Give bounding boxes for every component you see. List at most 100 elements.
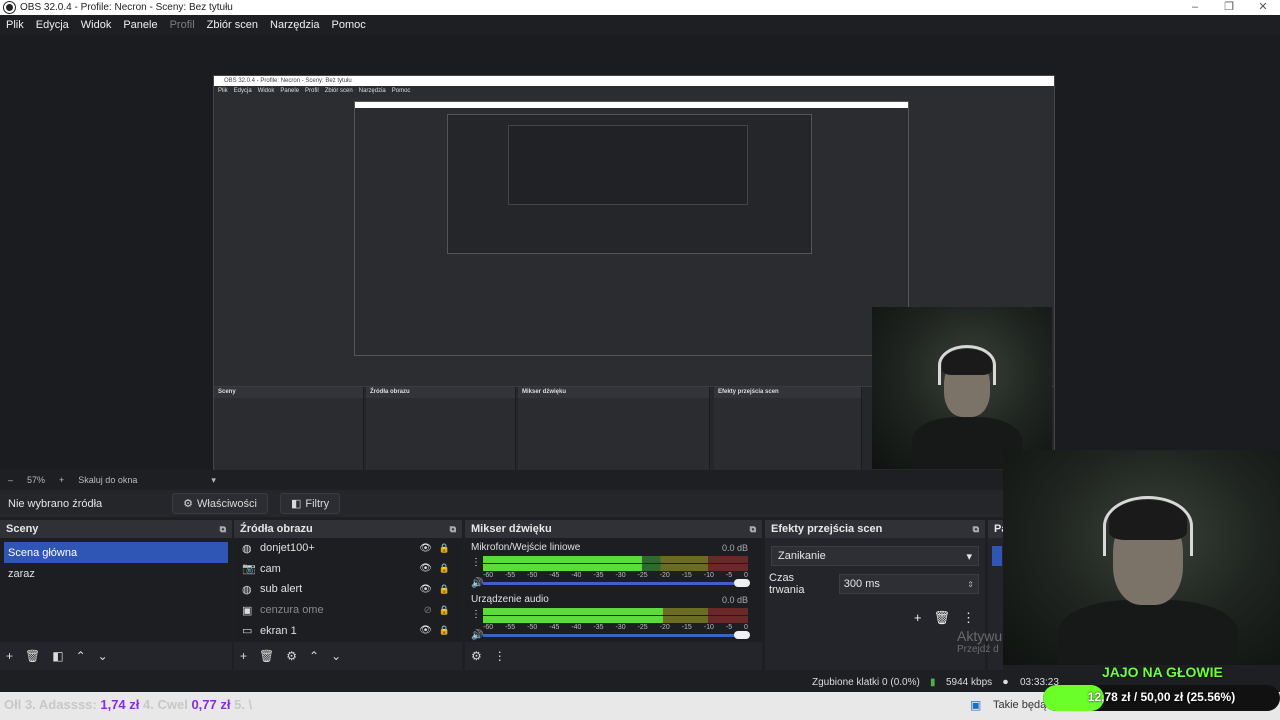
menu-widok[interactable]: Widok <box>81 19 112 31</box>
controls-header: Pa <box>988 520 1003 538</box>
dock-icon[interactable]: ⧉ <box>220 524 226 535</box>
menu-edycja[interactable]: Edycja <box>36 19 69 31</box>
filters-button[interactable]: ◧ Filtry <box>279 493 341 514</box>
mixer-tracks: Mikrofon/Wejście liniowe 0.0 dB ⋮ -60 -55… <box>465 538 762 642</box>
weather-icon[interactable]: ▣ <box>970 698 981 712</box>
close-button[interactable]: ✕ <box>1246 0 1280 15</box>
nested-preview-level-4 <box>508 125 748 205</box>
zoom-value: 57% <box>27 475 46 485</box>
dock-icon[interactable]: ⧉ <box>450 524 456 535</box>
arrow-down-icon[interactable]: ⌄ <box>331 649 341 663</box>
nested-preview-level-3 <box>447 114 812 254</box>
properties-button[interactable]: ⚙ Właściwości <box>172 493 268 514</box>
arrow-up-icon[interactable]: ⌃ <box>309 649 319 663</box>
menu-zbior-scen[interactable]: Zbiór scen <box>207 19 258 31</box>
bitrate: 5944 kbps <box>946 677 993 688</box>
eye-icon[interactable]: 👁 <box>419 584 432 595</box>
duration-input[interactable]: 300 ms ⇕ <box>838 574 979 594</box>
lock-icon[interactable]: 🔒 <box>439 605 450 616</box>
menu-plik[interactable]: Plik <box>6 19 24 31</box>
level-meter <box>483 564 748 571</box>
trash-icon[interactable]: 🗑 <box>25 649 40 663</box>
activate-watermark: Aktywu Przejdź d <box>957 628 1003 655</box>
duration-row: Czas trwania 300 ms ⇕ <box>769 572 979 596</box>
eye-icon[interactable]: 👁 <box>419 543 432 554</box>
slider-knob[interactable] <box>734 579 750 587</box>
add-icon[interactable]: + <box>914 610 922 626</box>
transitions-body: Zanikanie ▾ Czas trwania 300 ms ⇕ + 🗑 ⋮ <box>765 538 985 642</box>
gear-icon[interactable]: ⚙ <box>286 649 297 663</box>
more-icon[interactable]: ⋮ <box>494 649 506 663</box>
donation-goal-bar: 12,78 zł / 50,00 zł (25.56%) <box>1043 685 1280 711</box>
zoom-bar: – 57% + Skaluj do okna ▾ <box>0 470 1003 490</box>
gear-icon: ⚙ <box>183 498 194 510</box>
arrow-down-icon[interactable]: ⌄ <box>98 649 108 663</box>
preview-canvas[interactable]: OBS 32.0.4 - Profile: Necron - Sceny: Be… <box>0 35 1280 503</box>
scenes-dock: Sceny ⧉ Scena główna zaraz + 🗑 ◧ ⌃ ⌄ <box>0 520 232 670</box>
zoom-out-button[interactable]: – <box>8 475 13 485</box>
menu-narzedzia[interactable]: Narzędzia <box>270 19 320 31</box>
trash-icon[interactable]: 🗑 <box>933 610 950 626</box>
goal-text: 12,78 zł / 50,00 zł (25.56%) <box>1087 690 1236 704</box>
add-icon[interactable]: + <box>240 649 247 663</box>
sources-list: ◍ donjet100+ 👁 🔒 📷 cam 👁 🔒 ◍ sub alert 👁… <box>234 538 462 642</box>
spinner-icon[interactable]: ⇕ <box>967 580 974 589</box>
nested-title: OBS 32.0.4 - Profile: Necron - Sceny: Be… <box>214 76 1054 86</box>
dock-icon[interactable]: ⧉ <box>750 524 756 535</box>
source-item-ekran[interactable]: ▭ ekran 1 👁 🔒 <box>234 620 462 641</box>
slider-knob[interactable] <box>734 631 750 639</box>
more-icon[interactable]: ⋮ <box>471 557 481 568</box>
maximize-button[interactable]: ❐ <box>1212 0 1246 15</box>
more-icon[interactable]: ⋮ <box>471 609 481 620</box>
signal-icon: ▮ <box>930 677 936 688</box>
minimize-button[interactable]: – <box>1178 0 1212 15</box>
mixer-track-desktop: Urządzenie audio 0.0 dB ⋮ -60 -55 -50 -45 -4… <box>471 594 750 641</box>
transition-select[interactable]: Zanikanie ▾ <box>771 546 979 566</box>
source-item-cam[interactable]: 📷 cam 👁 🔒 <box>234 559 462 580</box>
eye-hidden-icon[interactable]: ⊘ <box>424 605 432 616</box>
menu-panele[interactable]: Panele <box>123 19 157 31</box>
scenes-header: Sceny ⧉ <box>0 520 232 538</box>
trash-icon[interactable]: 🗑 <box>259 649 274 663</box>
scene-item-main[interactable]: Scena główna <box>4 542 228 563</box>
speaker-icon[interactable]: 🔊 <box>471 578 483 589</box>
eye-icon[interactable]: 👁 <box>419 563 432 574</box>
source-item-sub-alert[interactable]: ◍ sub alert 👁 🔒 <box>234 579 462 600</box>
start-stream-button[interactable] <box>992 546 1002 566</box>
volume-slider[interactable] <box>483 579 750 587</box>
lock-icon[interactable]: 🔒 <box>439 543 450 554</box>
settings-icon[interactable]: ⚙ <box>471 649 482 663</box>
image-icon: ▣ <box>242 604 253 617</box>
zoom-in-button[interactable]: + <box>59 475 64 485</box>
speaker-icon[interactable]: 🔊 <box>471 630 483 641</box>
lock-icon[interactable]: 🔒 <box>439 625 450 636</box>
scenes-list: Scena główna zaraz <box>0 538 232 642</box>
chevron-down-icon[interactable]: ▾ <box>211 475 216 486</box>
add-icon[interactable]: + <box>6 649 13 663</box>
no-source-label: Nie wybrano źródła <box>8 497 103 510</box>
arrow-up-icon[interactable]: ⌃ <box>76 649 86 663</box>
scale-mode-select[interactable]: Skaluj do okna <box>78 475 137 485</box>
source-item-donjet[interactable]: ◍ donjet100+ 👁 🔒 <box>234 538 462 559</box>
weather-widget[interactable]: Takie będą <box>993 699 1046 711</box>
window-title: OBS 32.0.4 - Profile: Necron - Sceny: Be… <box>20 2 233 13</box>
more-icon[interactable]: ⋮ <box>962 610 975 626</box>
menu-profil[interactable]: Profil <box>170 19 195 31</box>
window-titlebar: OBS 32.0.4 - Profile: Necron - Sceny: Be… <box>0 0 1280 15</box>
lock-icon[interactable]: 🔒 <box>439 563 450 574</box>
monitor-icon: ▭ <box>242 625 253 638</box>
meter-ticks: -60 -55 -50 -45 -40 -35 -30 -25 -20 -15 -10 -5 0 <box>483 624 748 631</box>
level-meter <box>483 556 748 563</box>
source-item-cenzura[interactable]: ▣ cenzura ome ⊘ 🔒 <box>234 600 462 621</box>
menu-pomoc[interactable]: Pomoc <box>332 19 366 31</box>
eye-icon[interactable]: 👁 <box>419 625 432 636</box>
dock-icon[interactable]: ⧉ <box>973 524 979 535</box>
mixer-track-mic: Mikrofon/Wejście liniowe 0.0 dB ⋮ -60 -55… <box>471 542 750 589</box>
lock-icon[interactable]: 🔒 <box>439 584 450 595</box>
level-meter <box>483 608 748 615</box>
dropped-frames: Zgubione klatki 0 (0.0%) <box>812 677 920 688</box>
scene-item-zaraz[interactable]: zaraz <box>0 563 232 584</box>
volume-slider[interactable] <box>483 631 750 639</box>
scenes-footer: + 🗑 ◧ ⌃ ⌄ <box>0 642 232 670</box>
filter-icon[interactable]: ◧ <box>52 649 63 663</box>
